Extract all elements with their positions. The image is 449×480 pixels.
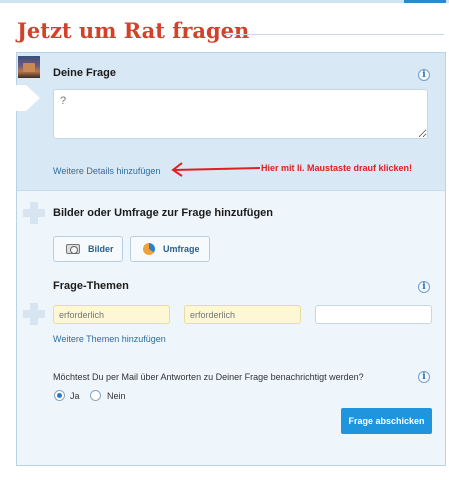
- annotation-text: Hier mit li. Maustaste drauf klicken!: [261, 163, 413, 173]
- top-accent-line: [0, 0, 449, 3]
- question-label: Deine Frage: [53, 67, 116, 79]
- page-title: Jetzt um Rat fragen: [17, 18, 250, 43]
- notify-info-icon[interactable]: i: [418, 371, 430, 383]
- images-button[interactable]: Bilder: [53, 236, 123, 262]
- add-details-link[interactable]: Weitere Details hinzufügen: [53, 166, 160, 176]
- title-divider: [224, 34, 444, 35]
- topic-input-1[interactable]: [53, 305, 170, 324]
- notify-yes-radio[interactable]: [54, 390, 65, 401]
- topics-label: Frage-Themen: [53, 280, 129, 292]
- images-button-label: Bilder: [88, 244, 114, 254]
- top-accent-mark: [404, 0, 446, 3]
- step-pointer-icon: [8, 85, 40, 111]
- media-plus-icon: [23, 202, 45, 224]
- topics-info-icon[interactable]: i: [418, 281, 430, 293]
- user-avatar: [18, 56, 40, 78]
- question-info-icon[interactable]: i: [418, 69, 430, 81]
- notify-no-radio[interactable]: [90, 390, 101, 401]
- submit-question-button[interactable]: Frage abschicken: [341, 408, 432, 434]
- topics-plus-icon: [23, 303, 45, 325]
- notify-no-label[interactable]: Nein: [107, 391, 126, 401]
- media-label: Bilder oder Umfrage zur Frage hinzufügen: [53, 207, 274, 219]
- add-topics-link[interactable]: Weitere Themen hinzufügen: [53, 334, 166, 344]
- topic-input-2[interactable]: [184, 305, 301, 324]
- notify-question: Möchtest Du per Mail über Antworten zu D…: [53, 372, 364, 382]
- notify-yes-label[interactable]: Ja: [70, 391, 80, 401]
- poll-icon: [143, 243, 155, 255]
- camera-icon: [66, 244, 80, 254]
- poll-button[interactable]: Umfrage: [130, 236, 210, 262]
- poll-button-label: Umfrage: [163, 244, 200, 254]
- annotation-arrow-icon: [171, 162, 261, 177]
- question-input[interactable]: [53, 89, 428, 139]
- section-divider: [17, 190, 445, 191]
- topic-input-3[interactable]: [315, 305, 432, 324]
